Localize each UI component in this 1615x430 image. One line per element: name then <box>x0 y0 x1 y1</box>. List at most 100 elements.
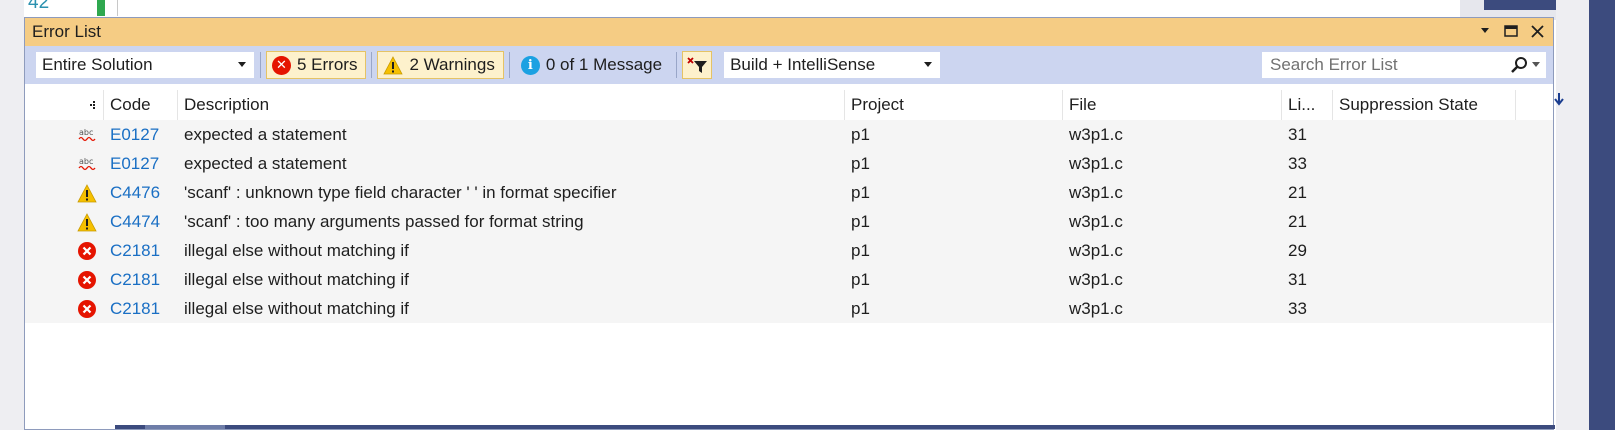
messages-filter-label: 0 of 1 Message <box>545 55 663 74</box>
line-cell: 31 <box>1288 124 1307 144</box>
code-link[interactable]: C4474 <box>104 207 160 236</box>
file-cell: w3p1.c <box>1069 182 1123 202</box>
warning-icon <box>383 55 404 74</box>
project-cell: p1 <box>851 124 870 144</box>
project-cell: p1 <box>851 211 870 231</box>
line-cell: 29 <box>1288 240 1307 260</box>
column-header-project[interactable]: Project <box>845 90 1063 120</box>
description-cell: 'scanf' : too many arguments passed for … <box>184 211 584 231</box>
code-link[interactable]: C2181 <box>104 265 160 294</box>
description-cell: expected a statement <box>184 124 347 144</box>
info-icon: i <box>520 55 540 75</box>
file-cell: w3p1.c <box>1069 211 1123 231</box>
svg-text:abc: abc <box>79 157 93 166</box>
right-dock-strip <box>1589 0 1615 430</box>
toolbar-separator <box>260 52 261 78</box>
grid-header: Code Description Project File Li... Supp… <box>25 90 1553 121</box>
column-header-line[interactable]: Li... <box>1282 90 1333 120</box>
project-cell: p1 <box>851 240 870 260</box>
column-header-suppression[interactable]: Suppression State <box>1333 90 1516 120</box>
warnings-filter-label: 2 Warnings <box>409 55 495 74</box>
editor-margin-separator <box>117 0 118 16</box>
project-cell: p1 <box>851 269 870 289</box>
project-cell: p1 <box>851 182 870 202</box>
description-cell: expected a statement <box>184 153 347 173</box>
description-cell: illegal else without matching if <box>184 298 409 318</box>
column-header-code[interactable]: Code <box>104 90 178 120</box>
spelling-squiggle-icon: abc <box>77 125 97 145</box>
title-bar[interactable]: Error List <box>25 18 1553 46</box>
chevron-down-icon <box>1532 62 1540 67</box>
spelling-squiggle-icon: abc <box>77 154 97 174</box>
line-cell: 33 <box>1288 298 1307 318</box>
column-icon-header[interactable] <box>25 90 104 120</box>
toolbar-separator <box>371 52 373 78</box>
error-list-row[interactable]: C4474 'scanf' : too many arguments passed… <box>25 207 1553 236</box>
code-link[interactable]: E0127 <box>104 120 159 149</box>
file-cell: w3p1.c <box>1069 240 1123 260</box>
messages-filter-toggle[interactable]: i 0 of 1 Message <box>515 51 671 79</box>
search-box <box>1261 51 1547 79</box>
svg-text:abc: abc <box>79 128 93 137</box>
errors-filter-toggle[interactable]: ✕ 5 Errors <box>266 51 367 79</box>
line-cell: 31 <box>1288 269 1307 289</box>
line-cell: 21 <box>1288 211 1307 231</box>
maximize-button[interactable] <box>1501 21 1521 41</box>
change-tracking-marker <box>97 0 105 16</box>
scope-combo-value: Entire Solution <box>42 55 153 74</box>
error-icon: ✕ <box>272 55 291 75</box>
left-window-edge <box>0 0 24 430</box>
error-list-row[interactable]: abc E0127 expected a statement p1 w3p1.c 33 <box>25 149 1553 178</box>
error-list-row[interactable]: C2181 illegal else without matching if p1 w… <box>25 236 1553 265</box>
line-cell: 33 <box>1288 153 1307 173</box>
error-list-window: Error List Entire Solution ✕ 5 Errors 2 … <box>24 17 1555 430</box>
code-link[interactable]: C4476 <box>104 178 160 207</box>
code-link[interactable]: C2181 <box>104 294 160 323</box>
arrow-down-icon[interactable] <box>1553 92 1565 106</box>
warning-icon <box>77 212 97 232</box>
error-list-row[interactable]: C2181 illegal else without matching if p1 w… <box>25 294 1553 323</box>
description-cell: 'scanf' : unknown type field character '… <box>184 182 617 202</box>
project-cell: p1 <box>851 153 870 173</box>
error-list-toolbar: Entire Solution ✕ 5 Errors 2 Warnings i … <box>25 46 1553 84</box>
chevron-down-icon <box>238 62 246 67</box>
file-cell: w3p1.c <box>1069 124 1123 144</box>
toolbar-separator <box>676 52 678 78</box>
project-cell: p1 <box>851 298 870 318</box>
warnings-filter-toggle[interactable]: 2 Warnings <box>377 51 504 79</box>
horizontal-scrollbar-track[interactable] <box>115 425 1555 429</box>
build-source-value: Build + IntelliSense <box>730 55 876 74</box>
window-controls <box>1475 21 1547 41</box>
error-list-row[interactable]: C4476 'scanf' : unknown type field charac… <box>25 178 1553 207</box>
file-cell: w3p1.c <box>1069 153 1123 173</box>
close-icon <box>1530 24 1544 38</box>
horizontal-scrollbar-thumb[interactable] <box>145 425 225 429</box>
error-list-row[interactable]: abc E0127 expected a statement p1 w3p1.c 31 <box>25 120 1553 149</box>
file-cell: w3p1.c <box>1069 298 1123 318</box>
warning-icon <box>77 183 97 203</box>
description-cell: illegal else without matching if <box>184 269 409 289</box>
scope-combo[interactable]: Entire Solution <box>35 51 255 79</box>
code-link[interactable]: C2181 <box>104 236 160 265</box>
window-title: Error List <box>32 22 101 41</box>
column-chooser-icon <box>90 101 95 109</box>
error-list-row[interactable]: C2181 illegal else without matching if p1 w… <box>25 265 1553 294</box>
filter-icon <box>687 57 708 73</box>
toolbar-separator <box>508 52 510 78</box>
window-menu-button[interactable] <box>1475 21 1495 41</box>
error-icon <box>77 241 97 261</box>
description-cell: illegal else without matching if <box>184 240 409 260</box>
column-header-description[interactable]: Description <box>178 90 845 120</box>
build-source-combo[interactable]: Build + IntelliSense <box>723 51 942 79</box>
search-input[interactable] <box>1268 54 1502 76</box>
search-icon <box>1511 57 1527 73</box>
filter-button[interactable] <box>682 51 713 79</box>
code-link[interactable]: E0127 <box>104 149 159 178</box>
editor-line-number: 42 <box>28 0 50 13</box>
search-options[interactable] <box>1510 56 1540 74</box>
column-header-file[interactable]: File <box>1063 90 1282 120</box>
errors-filter-label: 5 Errors <box>297 55 358 74</box>
close-button[interactable] <box>1527 21 1547 41</box>
chevron-down-icon <box>924 62 933 67</box>
